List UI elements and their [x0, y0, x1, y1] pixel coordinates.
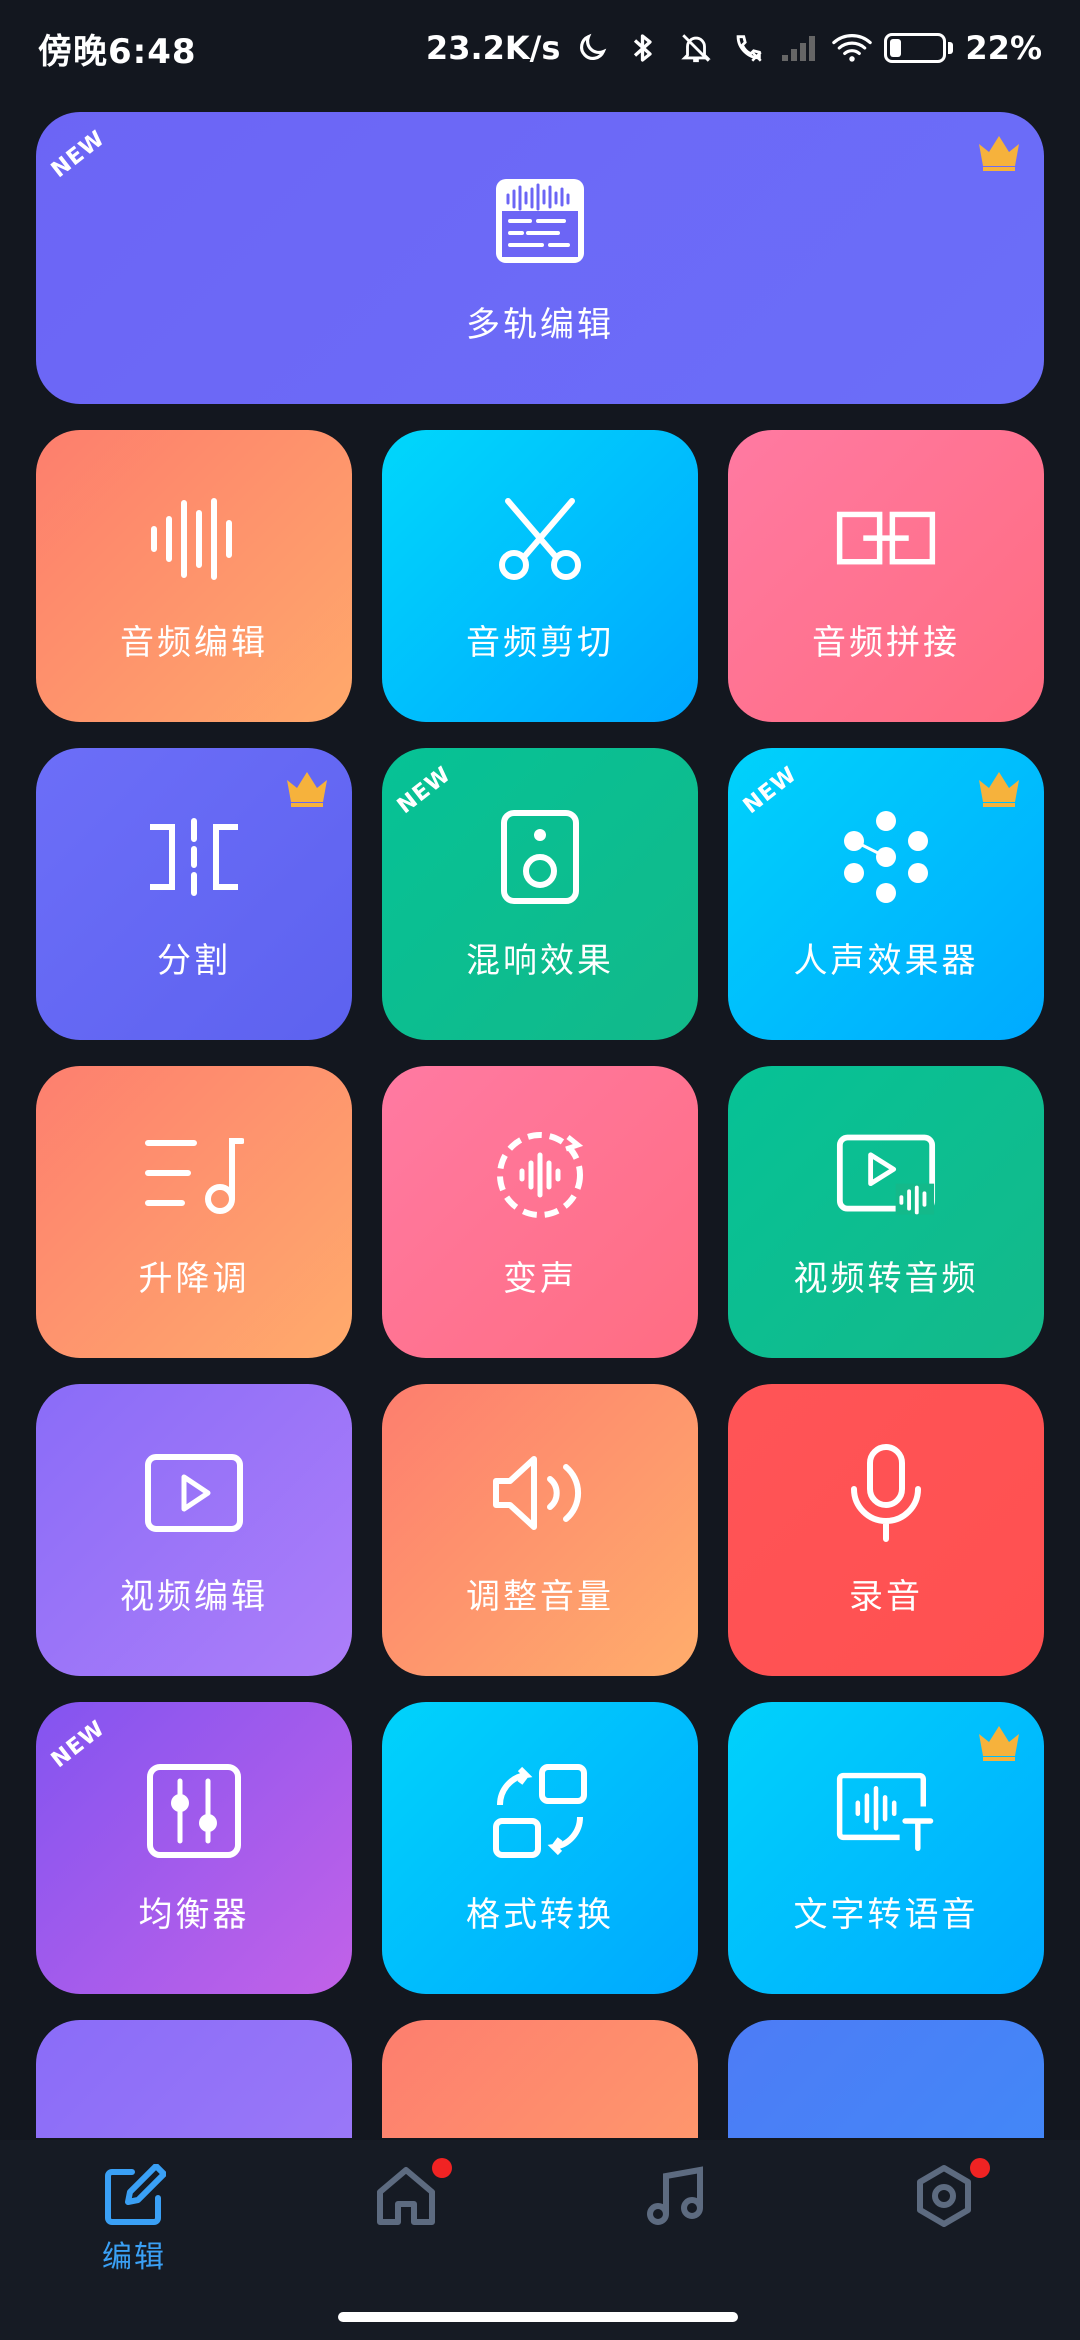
split-icon: [144, 807, 244, 907]
tile-voice-change[interactable]: 变声: [382, 1066, 698, 1358]
tile-label: 调整音量: [466, 1576, 614, 1617]
crown-icon: [979, 136, 1019, 171]
nav-home[interactable]: [326, 2158, 486, 2228]
battery-icon: [884, 33, 954, 63]
new-badge: NEW: [46, 1715, 110, 1774]
notification-dot: [970, 2158, 990, 2178]
tile-label: 音频剪切: [466, 622, 614, 663]
tile-audio-edit[interactable]: 音频编辑: [36, 430, 352, 722]
tile-label: 均衡器: [138, 1894, 250, 1935]
tool-grid: NEW 多轨编辑 音频编辑 音频剪切 音频拼接 分割 NEW 混响效果 NEW …: [36, 112, 1044, 2138]
settings-hex-icon: [912, 2158, 990, 2228]
nav-edit[interactable]: 编辑: [54, 2163, 214, 2276]
tile-partial-3[interactable]: [728, 2020, 1044, 2138]
merge-blocks-icon: [836, 489, 936, 589]
crown-icon: [287, 772, 327, 807]
net-speed: 23.2K/s: [425, 29, 561, 67]
nav-music[interactable]: [596, 2164, 756, 2228]
bottom-nav: 编辑: [0, 2140, 1080, 2340]
tile-label: 混响效果: [466, 940, 614, 981]
voice-change-icon: [490, 1125, 590, 1225]
tile-pitch[interactable]: 升降调: [36, 1066, 352, 1358]
nav-settings[interactable]: [864, 2158, 1024, 2228]
tile-label: 变声: [503, 1258, 577, 1299]
video-to-audio-icon: [836, 1125, 936, 1225]
tile-text-to-speech[interactable]: 文字转语音: [728, 1702, 1044, 1994]
bluetooth-icon: [624, 28, 664, 68]
multitrack-editor-icon: [490, 171, 590, 271]
notification-dot: [432, 2158, 452, 2178]
tile-label: 视频转音频: [793, 1258, 979, 1299]
new-badge: NEW: [738, 761, 802, 820]
tile-video-edit[interactable]: 视频编辑: [36, 1384, 352, 1676]
volume-icon: [490, 1443, 590, 1543]
tile-label: 多轨编辑: [466, 304, 614, 345]
tile-partial-2[interactable]: [382, 2020, 698, 2138]
tile-equalizer[interactable]: NEW 均衡器: [36, 1702, 352, 1994]
video-play-icon: [144, 1443, 244, 1543]
dots-effect-icon: [836, 807, 936, 907]
network-icon: [836, 2136, 936, 2138]
tile-audio-cut[interactable]: 音频剪切: [382, 430, 698, 722]
tile-label: 音频编辑: [120, 622, 268, 663]
nav-label-edit: 编辑: [102, 2240, 166, 2275]
waveform-icon: [144, 489, 244, 589]
format-convert-icon: [490, 1761, 590, 1861]
tile-volume[interactable]: 调整音量: [382, 1384, 698, 1676]
tile-label: 升降调: [138, 1258, 250, 1299]
new-badge: NEW: [46, 125, 110, 184]
signal-icon: [780, 28, 820, 68]
equalizer-icon: [144, 1761, 244, 1861]
tile-label: 分割: [157, 940, 231, 981]
tile-split[interactable]: 分割: [36, 748, 352, 1040]
microphone-icon: [836, 1443, 936, 1543]
text-to-speech-icon: [836, 1761, 936, 1861]
tile-partial-1[interactable]: [36, 2020, 352, 2138]
tile-label: 文字转语音: [793, 1894, 979, 1935]
music-note-icon: [644, 2164, 708, 2228]
loop-icon: [490, 2136, 590, 2138]
status-bar: 傍晚6:48 23.2K/s 22%: [0, 0, 1080, 96]
wifi-icon: [832, 28, 873, 68]
tile-label: 格式转换: [466, 1894, 614, 1935]
moon-icon: [572, 28, 612, 68]
call-icon: [728, 28, 768, 68]
scissors-icon: [490, 489, 590, 589]
speaker-icon: [490, 807, 590, 907]
tile-format-convert[interactable]: 格式转换: [382, 1702, 698, 1994]
tile-vocal-effects[interactable]: NEW 人声效果器: [728, 748, 1044, 1040]
home-icon: [374, 2158, 452, 2228]
bell-muted-icon: [676, 28, 716, 68]
new-badge: NEW: [392, 761, 456, 820]
tile-label: 音频拼接: [812, 622, 960, 663]
disc-icon: [144, 2136, 244, 2138]
home-indicator[interactable]: [338, 2312, 738, 2322]
tile-reverb[interactable]: NEW 混响效果: [382, 748, 698, 1040]
tile-multitrack-edit[interactable]: NEW 多轨编辑: [36, 112, 1044, 404]
edit-icon: [102, 2163, 167, 2228]
crown-icon: [979, 772, 1019, 807]
tile-label: 视频编辑: [120, 1576, 268, 1617]
tile-record[interactable]: 录音: [728, 1384, 1044, 1676]
tile-label: 录音: [849, 1576, 923, 1617]
crown-icon: [979, 1726, 1019, 1761]
tile-label: 人声效果器: [793, 940, 979, 981]
status-time: 傍晚6:48: [38, 31, 197, 72]
tile-audio-merge[interactable]: 音频拼接: [728, 430, 1044, 722]
tile-video-to-audio[interactable]: 视频转音频: [728, 1066, 1044, 1358]
battery-percent: 22%: [965, 29, 1042, 67]
status-right: 23.2K/s 22%: [426, 28, 1042, 68]
pitch-note-icon: [144, 1125, 244, 1225]
